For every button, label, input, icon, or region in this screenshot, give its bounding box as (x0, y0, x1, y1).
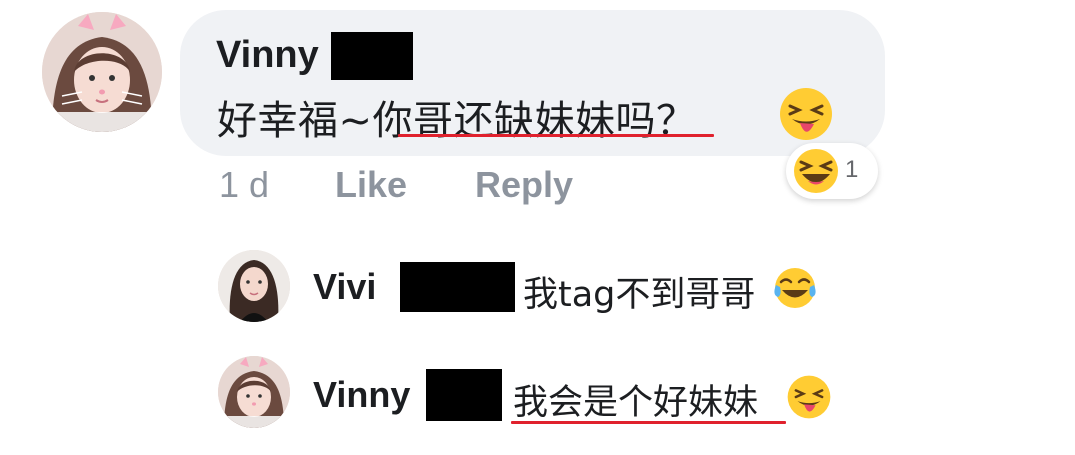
squinting-tongue-emoji (778, 86, 834, 142)
avatar-vinny[interactable] (42, 12, 162, 132)
tears-of-joy-emoji (772, 265, 818, 311)
reply-button[interactable]: Reply (475, 164, 573, 206)
reaction-count: 1 (845, 156, 859, 183)
avatar-vinny[interactable] (218, 356, 290, 428)
avatar-vivi[interactable] (218, 250, 290, 322)
reply-author[interactable]: Vivi (313, 266, 376, 308)
comment-text: 好幸福~你哥还缺妹妹吗？ (217, 98, 697, 144)
comment-time: 1 d (219, 164, 270, 205)
laughing-emoji (792, 147, 840, 195)
reply-underline (511, 421, 786, 424)
reply-text: 我会是个好妹妹 (513, 383, 759, 423)
redacted-name (400, 262, 515, 312)
redacted-name (331, 32, 413, 80)
comment-author[interactable]: Vinny (216, 34, 319, 77)
comment-underline (398, 134, 714, 137)
reply-author[interactable]: Vinny (313, 374, 410, 416)
redacted-name (426, 369, 502, 421)
like-button[interactable]: Like (335, 164, 407, 206)
squinting-tongue-emoji (786, 374, 832, 420)
reply-text: 我tag不到哥哥 (523, 275, 756, 315)
